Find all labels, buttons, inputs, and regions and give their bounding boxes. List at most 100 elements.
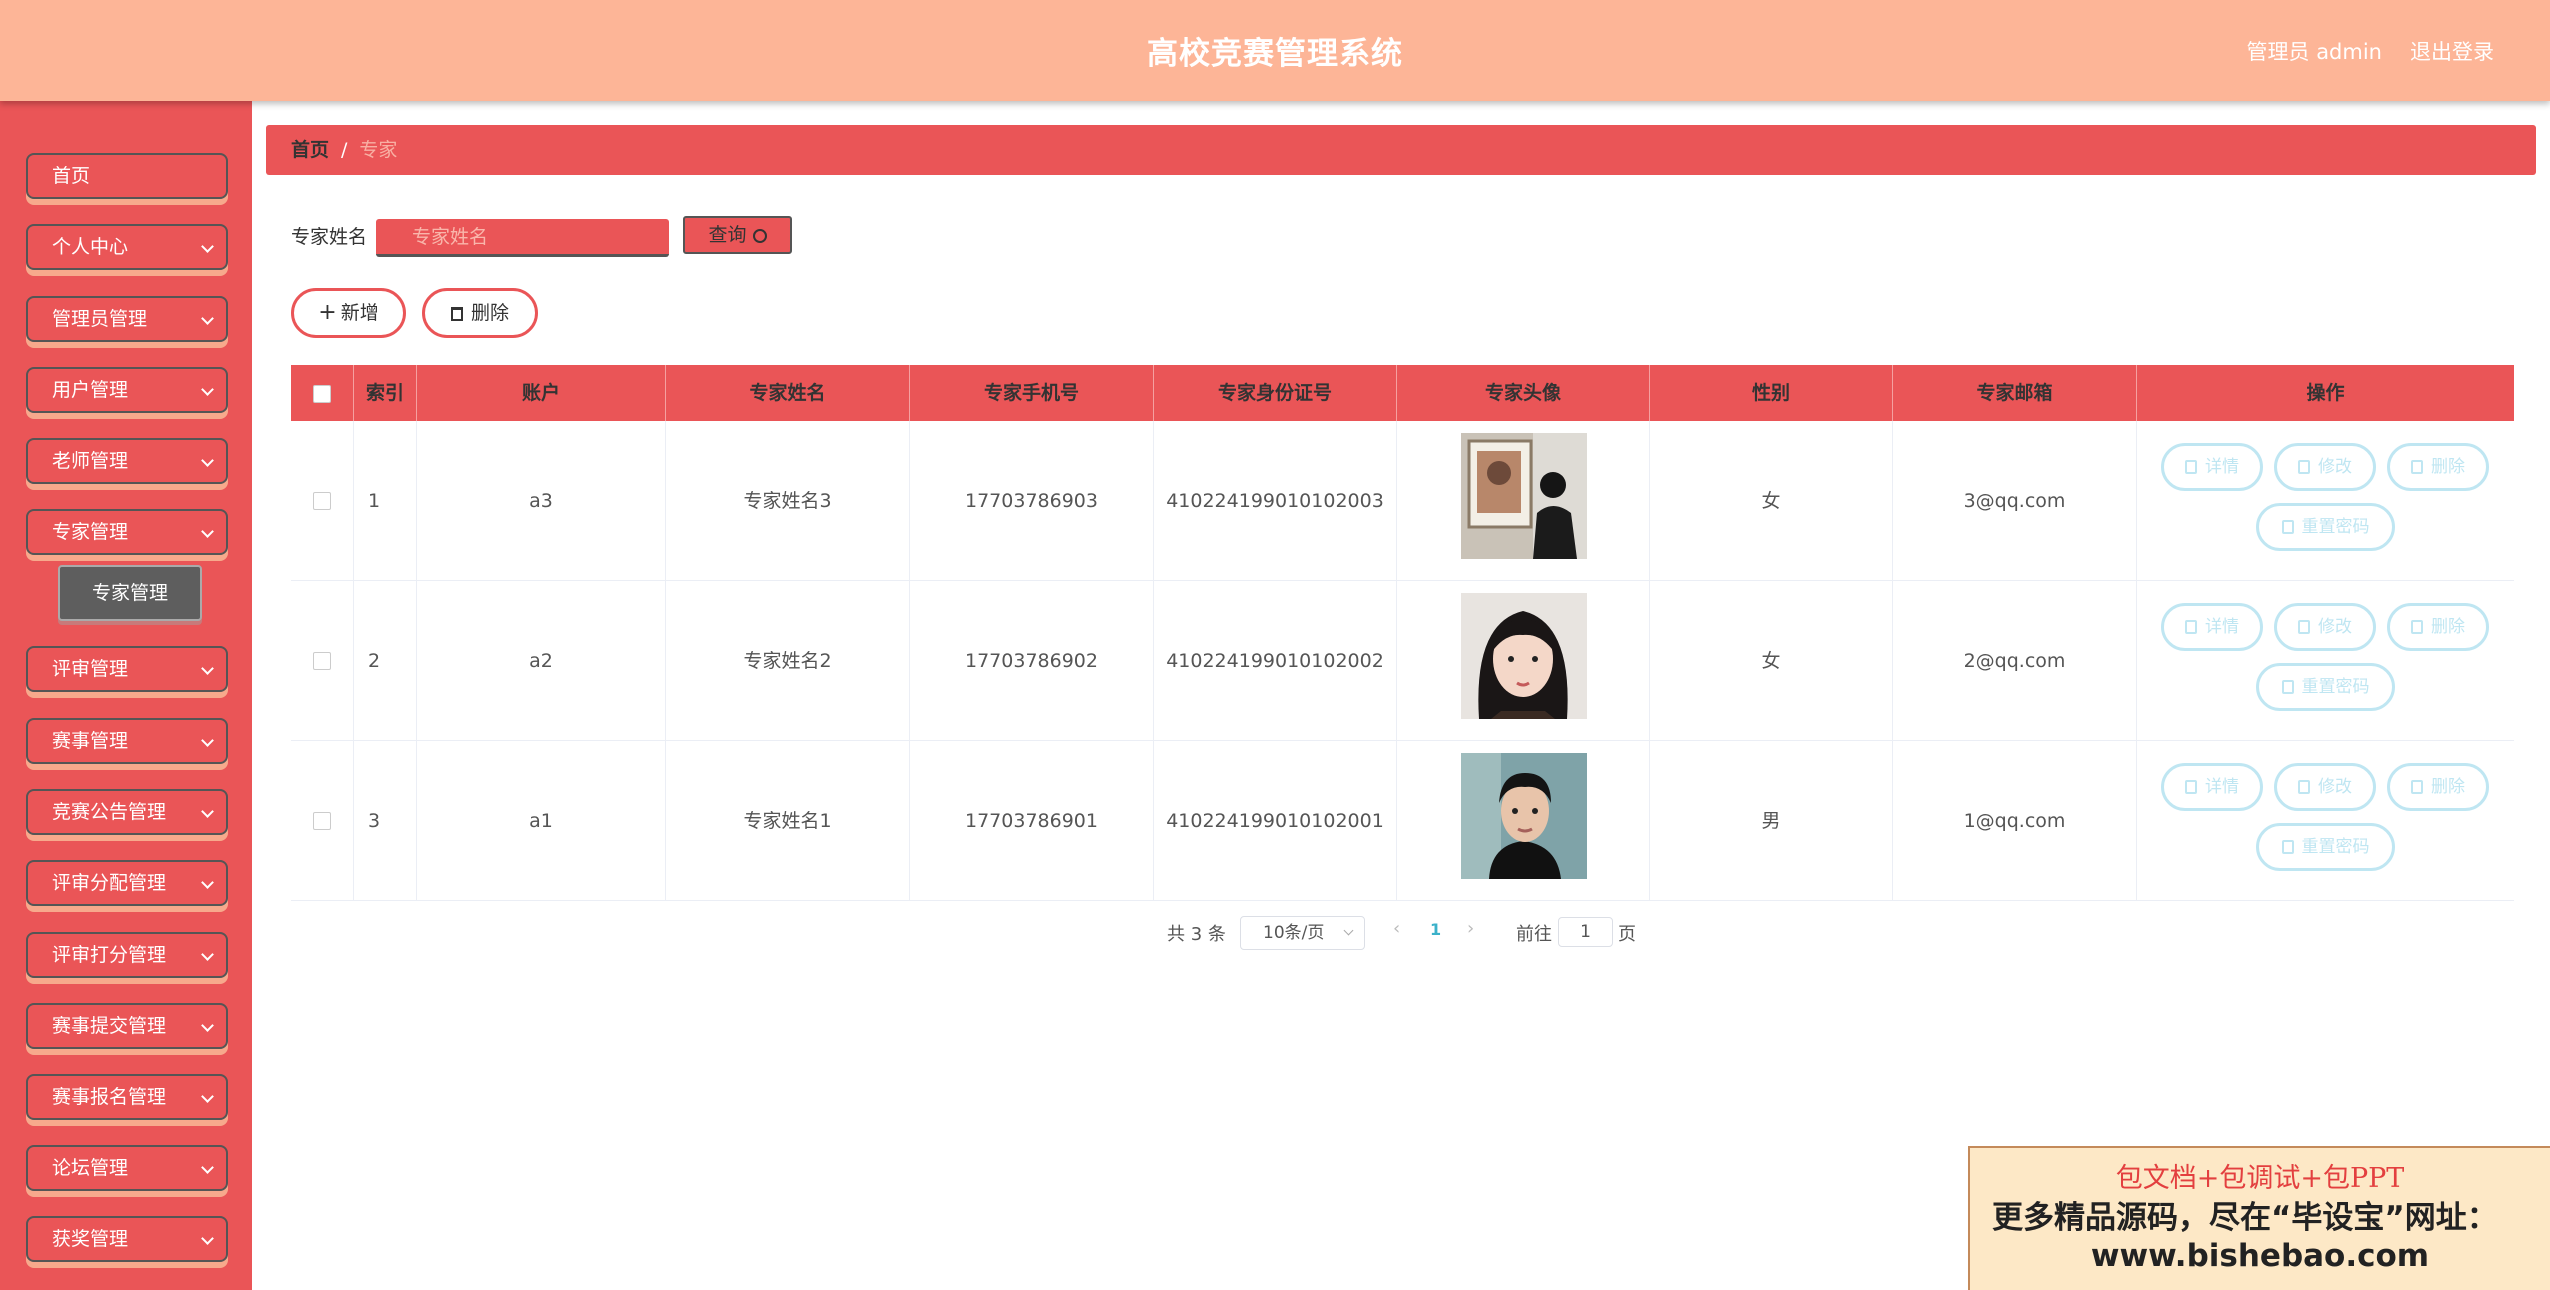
row-select-cell (291, 581, 354, 741)
row-checkbox[interactable] (313, 812, 331, 830)
sidebar-item-personal-center[interactable]: 个人中心 (26, 224, 228, 270)
index-cell: 3 (354, 741, 417, 901)
row-delete-button[interactable]: 删除 (2387, 603, 2489, 651)
chevron-down-icon (201, 525, 214, 538)
sidebar: 首页 个人中心 管理员管理 用户管理 老师管理 专家管理 专家管理 评审管理 赛… (0, 101, 252, 1290)
table-row: 1 a3 专家姓名3 17703786903 41022419901010200… (291, 421, 2514, 581)
header-select-cell (291, 365, 354, 421)
detail-label: 详情 (2205, 777, 2239, 797)
chevron-down-icon (201, 454, 214, 467)
reset-label: 重置密码 (2301, 837, 2370, 857)
avatar-cell (1397, 581, 1650, 741)
sidebar-item-teacher-management[interactable]: 老师管理 (26, 438, 228, 484)
column-header: 专家头像 (1397, 365, 1650, 421)
sidebar-item-label: 竞赛公告管理 (52, 801, 167, 823)
sidebar-item-label: 赛事管理 (52, 730, 129, 752)
column-header: 账户 (417, 365, 666, 421)
sidebar-item-user-management[interactable]: 用户管理 (26, 367, 228, 413)
chevron-down-icon (201, 805, 214, 818)
sidebar-item-event-submission[interactable]: 赛事提交管理 (26, 1003, 228, 1049)
trash-icon (450, 307, 463, 321)
column-header: 专家姓名 (666, 365, 910, 421)
sidebar-item-forum-management[interactable]: 论坛管理 (26, 1145, 228, 1191)
chevron-down-icon (201, 662, 214, 675)
gender-cell: 女 (1650, 581, 1893, 741)
name-cell: 专家姓名1 (666, 741, 910, 901)
index-cell: 2 (354, 581, 417, 741)
edit-button[interactable]: 修改 (2274, 763, 2376, 811)
sidebar-item-event-registration[interactable]: 赛事报名管理 (26, 1074, 228, 1120)
sidebar-item-review-assignment[interactable]: 评审分配管理 (26, 860, 228, 906)
id-card-cell: 410224199010102002 (1154, 581, 1397, 741)
chevron-down-icon (201, 1161, 214, 1174)
page-size-value: 10条/页 (1263, 923, 1325, 943)
edit-button[interactable]: 修改 (2274, 603, 2376, 651)
sidebar-item-label: 论坛管理 (52, 1157, 129, 1179)
add-button-label: 新增 (340, 302, 379, 324)
sidebar-item-home[interactable]: 首页 (26, 153, 228, 199)
delete-label: 删除 (2431, 457, 2465, 477)
select-all-checkbox[interactable] (313, 385, 331, 403)
edit-button[interactable]: 修改 (2274, 443, 2376, 491)
avatar[interactable] (1461, 753, 1587, 879)
email-cell: 3@qq.com (1893, 421, 2137, 581)
page-size-select[interactable]: 10条/页 (1240, 916, 1365, 950)
chevron-down-icon (201, 312, 214, 325)
row-delete-button[interactable]: 删除 (2387, 443, 2489, 491)
avatar-cell (1397, 421, 1650, 581)
id-card-cell: 410224199010102003 (1154, 421, 1397, 581)
next-page-icon[interactable]: › (1467, 918, 1474, 939)
sidebar-item-review-management[interactable]: 评审管理 (26, 646, 228, 692)
promo-url[interactable]: www.bishebao.com (1970, 1238, 2550, 1274)
sidebar-item-expert-management[interactable]: 专家管理 (26, 509, 228, 555)
detail-button[interactable]: 详情 (2161, 443, 2263, 491)
expert-name-search-input[interactable] (376, 219, 669, 257)
sidebar-item-event-management[interactable]: 赛事管理 (26, 718, 228, 764)
column-header: 操作 (2306, 382, 2345, 404)
reset-password-button[interactable]: 重置密码 (2256, 663, 2395, 711)
sidebar-subitem-expert-management[interactable]: 专家管理 (58, 565, 202, 621)
page-number-current[interactable]: 1 (1430, 920, 1441, 939)
account-cell: a3 (417, 421, 666, 581)
reset-password-button[interactable]: 重置密码 (2256, 503, 2395, 551)
row-checkbox[interactable] (313, 652, 331, 670)
table-row: 2 a2 专家姓名2 17703786902 41022419901010200… (291, 581, 2514, 741)
detail-button[interactable]: 详情 (2161, 763, 2263, 811)
row-checkbox[interactable] (313, 492, 331, 510)
chevron-down-icon (201, 240, 214, 253)
goto-page-input[interactable] (1558, 917, 1613, 947)
sidebar-item-award-management[interactable]: 获奖管理 (26, 1216, 228, 1262)
prev-page-icon[interactable]: ‹ (1393, 918, 1400, 939)
sidebar-item-review-scoring[interactable]: 评审打分管理 (26, 932, 228, 978)
reset-password-button[interactable]: 重置密码 (2256, 823, 2395, 871)
sidebar-item-admin-management[interactable]: 管理员管理 (26, 296, 228, 342)
breadcrumb-home[interactable]: 首页 (291, 139, 329, 161)
actions-cell: 详情 修改 删除 重置密码 (2137, 421, 2514, 581)
add-button[interactable]: + 新增 (291, 288, 406, 338)
row-delete-button[interactable]: 删除 (2387, 763, 2489, 811)
goto-label: 前往 (1516, 924, 1552, 945)
account-cell: a1 (417, 741, 666, 901)
row-select-cell (291, 741, 354, 901)
sidebar-item-label: 评审打分管理 (52, 944, 167, 966)
promo-banner: 包文档+包调试+包PPT 更多精品源码，尽在“毕设宝”网址： www.bishe… (1968, 1146, 2550, 1290)
delete-button[interactable]: 删除 (422, 288, 538, 338)
edit-label: 修改 (2318, 617, 2352, 637)
avatar-cell (1397, 741, 1650, 901)
avatar[interactable] (1461, 433, 1587, 559)
phone-cell: 17703786902 (910, 581, 1154, 741)
sidebar-item-label: 个人中心 (52, 236, 129, 258)
promo-line-2: 更多精品源码，尽在“毕设宝”网址： (1992, 1200, 2498, 1236)
search-button[interactable]: 查询 (683, 216, 792, 254)
page-suffix: 页 (1618, 924, 1636, 945)
sidebar-item-label: 赛事提交管理 (52, 1015, 167, 1037)
top-header: 高校竞赛管理系统 管理员 admin 退出登录 (0, 0, 2550, 101)
column-header: 性别 (1650, 365, 1893, 421)
avatar[interactable] (1461, 593, 1587, 719)
breadcrumb: 首页 / 专家 (266, 125, 2536, 175)
chevron-down-icon (201, 948, 214, 961)
detail-button[interactable]: 详情 (2161, 603, 2263, 651)
logout-link[interactable]: 退出登录 (2410, 36, 2494, 66)
sidebar-item-announcement-management[interactable]: 竞赛公告管理 (26, 789, 228, 835)
edit-icon (2298, 460, 2310, 474)
